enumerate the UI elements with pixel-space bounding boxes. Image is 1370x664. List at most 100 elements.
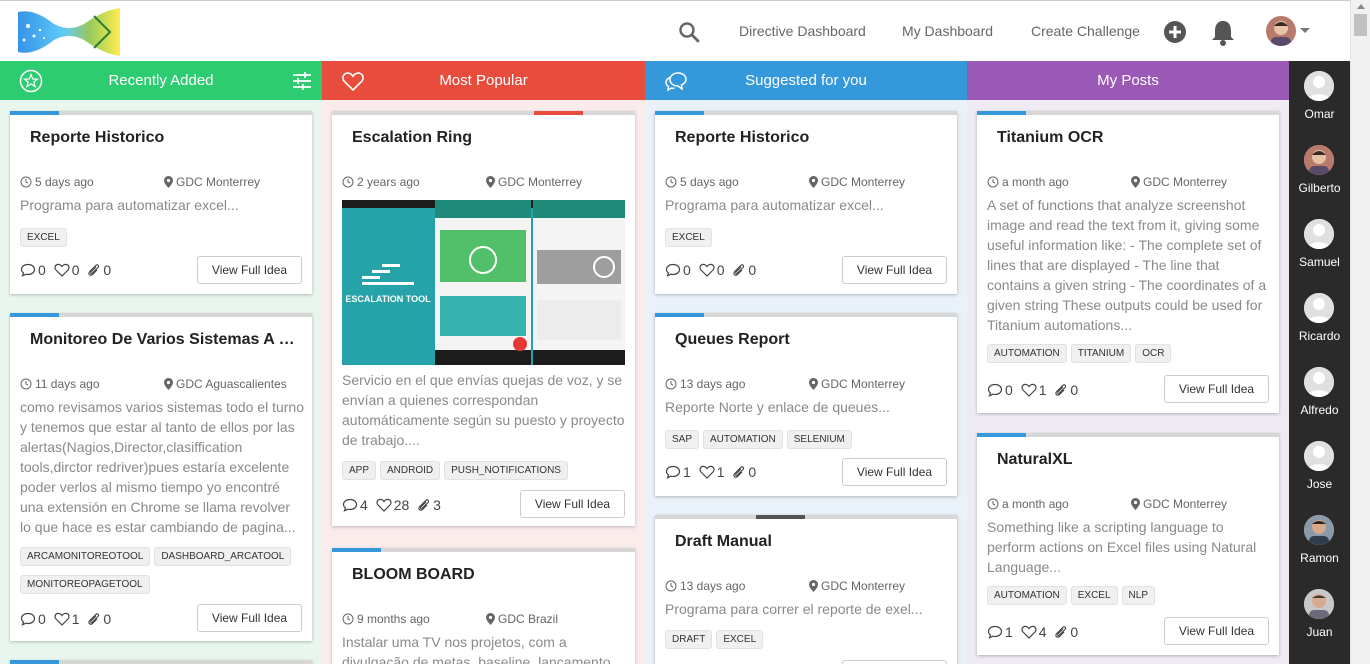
like-count: 1	[699, 464, 724, 480]
view-full-idea-button[interactable]: View Full Idea	[1164, 617, 1269, 645]
tag[interactable]: EXCEL	[716, 630, 764, 649]
tag[interactable]: SAP	[665, 430, 700, 449]
idea-location: GDC Monterrey	[1131, 175, 1227, 189]
attachment-count: 0	[1054, 624, 1078, 640]
tag[interactable]: AUTOMATION	[987, 344, 1067, 363]
idea-card: Escalation Ring 2 years ago GDC Monterre…	[332, 111, 635, 526]
map-pin-icon	[486, 613, 495, 625]
tag[interactable]: NLP	[1121, 586, 1155, 605]
app-logo[interactable]	[14, 6, 124, 58]
tag[interactable]: DASHBOARD_ARCATOOL	[154, 547, 292, 566]
tag[interactable]: AUTOMATION	[703, 430, 783, 449]
person-alfredo[interactable]: Alfredo	[1289, 367, 1350, 437]
tag[interactable]: EXCEL	[665, 228, 712, 247]
scrollbar-thumb[interactable]	[1354, 14, 1367, 36]
idea-title[interactable]: Reporte Historico	[30, 129, 300, 147]
idea-title[interactable]: Draft Manual	[675, 533, 945, 551]
map-pin-icon	[1131, 176, 1140, 188]
view-full-idea-button[interactable]	[842, 660, 947, 664]
clock-icon	[342, 176, 354, 188]
tag[interactable]: ARCAMONITOREOTOOL	[20, 547, 151, 566]
view-full-idea-button[interactable]: View Full Idea	[842, 256, 947, 284]
idea-title[interactable]: BLOOM BOARD	[352, 566, 623, 584]
view-full-idea-button[interactable]: View Full Idea	[1164, 375, 1269, 403]
tag[interactable]: OCR	[1135, 344, 1172, 363]
idea-stats: 0 0 0	[20, 262, 115, 280]
add-circle-icon[interactable]	[1163, 20, 1187, 44]
avatar	[1304, 515, 1334, 545]
idea-stats: 0 1 0	[20, 611, 115, 629]
map-pin-icon	[164, 378, 173, 390]
map-pin-icon	[486, 176, 495, 188]
tag[interactable]: EXCEL	[20, 228, 67, 247]
nav-my-dashboard[interactable]: My Dashboard	[902, 23, 993, 39]
tag[interactable]: MONITOREOPAGETOOL	[20, 575, 150, 594]
person-name: Jose	[1306, 477, 1333, 491]
scroll-up-icon[interactable]	[1357, 4, 1365, 9]
paperclip-icon	[418, 499, 430, 511]
comment-count: 4	[342, 497, 368, 513]
idea-description: A set of functions that analyze screensh…	[987, 197, 1267, 333]
paperclip-icon	[733, 466, 745, 478]
tag[interactable]: DRAFT	[665, 630, 713, 649]
view-full-idea-button[interactable]: View Full Idea	[842, 458, 947, 486]
nav-directive-dashboard[interactable]: Directive Dashboard	[739, 23, 866, 39]
tag[interactable]: EXCEL	[1070, 586, 1118, 605]
idea-title[interactable]: Reporte Historico	[675, 129, 945, 147]
idea-title[interactable]: NaturalXL	[997, 451, 1267, 469]
idea-title[interactable]: Monitoreo De Varios Sistemas A La ...	[30, 331, 300, 349]
idea-card: NaturalXL a month ago GDC Monterrey Some…	[977, 433, 1279, 655]
nav-create-challenge[interactable]: Create Challenge	[1031, 23, 1140, 39]
column-recently-added: Recently Added Reporte Historico 5 days …	[0, 61, 322, 664]
person-jose[interactable]: Jose	[1289, 441, 1350, 511]
progress-bar	[332, 111, 635, 115]
view-full-idea-button[interactable]: View Full Idea	[520, 490, 625, 518]
attachment-count: 0	[1054, 382, 1078, 398]
like-count: 0	[699, 262, 724, 278]
column-body: Titanium OCR a month ago GDC Monterrey A…	[967, 100, 1289, 664]
person-samuel[interactable]: Samuel	[1289, 219, 1350, 289]
tag[interactable]: SELENIUM	[786, 430, 852, 449]
idea-title[interactable]: Escalation Ring	[352, 129, 623, 147]
comment-icon	[665, 465, 681, 479]
tag[interactable]: ANDROID	[380, 461, 441, 480]
comment-icon	[987, 383, 1003, 397]
person-gilberto[interactable]: Gilberto	[1289, 145, 1350, 215]
idea-title[interactable]: Queues Report	[675, 331, 945, 349]
idea-card: Queues Report 13 days ago GDC Monterrey …	[655, 313, 957, 496]
user-avatar[interactable]	[1266, 16, 1296, 46]
idea-time: 13 days ago	[665, 377, 745, 391]
column-header: Most Popular	[322, 61, 645, 100]
search-icon[interactable]	[678, 21, 700, 43]
idea-title[interactable]: Titanium OCR	[997, 129, 1267, 147]
page-scrollbar[interactable]	[1350, 0, 1370, 664]
avatar-placeholder-icon	[1304, 293, 1334, 323]
idea-image[interactable]: ESCALATION TOOL	[342, 200, 625, 365]
idea-location: GDC Monterrey	[1131, 497, 1227, 511]
idea-stats: 0 1 0	[987, 382, 1082, 400]
tag[interactable]: APP	[342, 461, 377, 480]
person-omar[interactable]: Omar	[1289, 71, 1350, 141]
person-name: Ricardo	[1298, 329, 1341, 343]
idea-tags: SAP AUTOMATION SELENIUM	[665, 429, 949, 457]
attachment-count: 0	[87, 611, 111, 627]
chevron-down-icon[interactable]	[1300, 28, 1310, 33]
idea-card: Reporte Historico 5 days ago GDC Monterr…	[655, 111, 957, 294]
view-full-idea-button[interactable]: View Full Idea	[197, 256, 302, 284]
person-ramon[interactable]: Ramon	[1289, 515, 1350, 585]
tag[interactable]: PUSH_NOTIFICATIONS	[444, 461, 568, 480]
comment-count: 1	[987, 624, 1013, 640]
tag[interactable]: AUTOMATION	[987, 586, 1067, 605]
filter-sliders-icon[interactable]	[290, 69, 314, 93]
idea-time: 11 days ago	[20, 377, 100, 391]
person-juan[interactable]: Juan	[1289, 589, 1350, 659]
idea-location: GDC Monterrey	[809, 175, 905, 189]
paperclip-icon	[88, 264, 100, 276]
clock-icon	[20, 176, 32, 188]
clock-icon	[987, 176, 999, 188]
comment-icon	[342, 498, 358, 512]
tag[interactable]: TITANIUM	[1070, 344, 1132, 363]
person-ricardo[interactable]: Ricardo	[1289, 293, 1350, 363]
bell-icon[interactable]	[1210, 18, 1236, 46]
view-full-idea-button[interactable]: View Full Idea	[197, 604, 302, 632]
